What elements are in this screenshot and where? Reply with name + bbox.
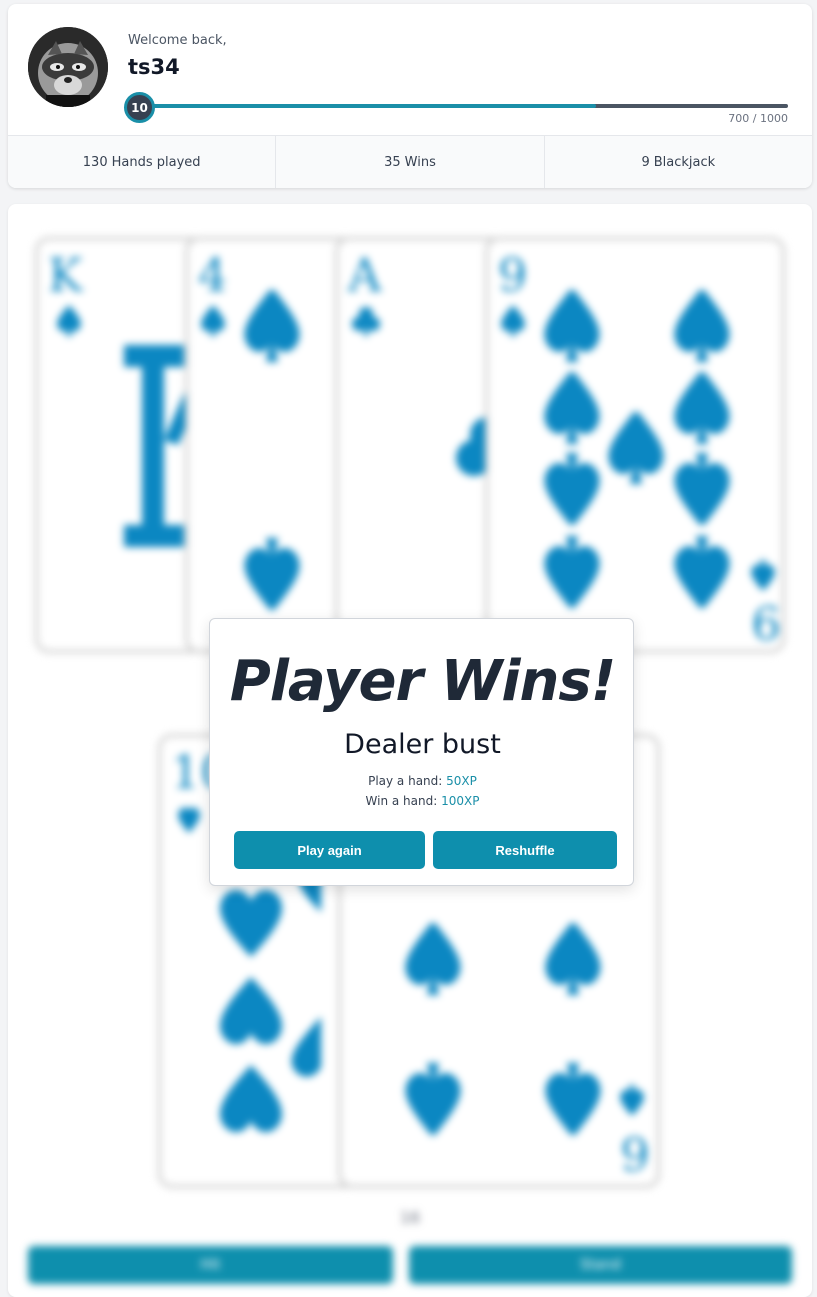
stat-blackjack: 9 Blackjack bbox=[545, 136, 812, 188]
dealer-card-ace-clubs: A bbox=[335, 237, 505, 653]
xp-reward-play: Play a hand: 50XP bbox=[210, 774, 635, 788]
dealer-card-four-spades: 4 bbox=[185, 237, 355, 653]
stat-value: 9 bbox=[641, 154, 650, 170]
svg-text:6: 6 bbox=[620, 1126, 649, 1180]
xp-text: 700 / 1000 bbox=[728, 112, 788, 125]
xp-progress-bar bbox=[148, 104, 788, 108]
spade-icon: 9 bbox=[501, 290, 781, 649]
stat-label: Hands played bbox=[111, 154, 201, 170]
stat-value: 130 bbox=[82, 154, 108, 170]
avatar bbox=[28, 27, 108, 107]
stat-hands-played: 130 Hands played bbox=[8, 136, 277, 188]
welcome-text: Welcome back, bbox=[128, 33, 227, 48]
svg-text:9: 9 bbox=[751, 595, 780, 649]
dealer-card-king-spades: K bbox=[35, 237, 205, 653]
username: ts34 bbox=[128, 55, 180, 79]
stat-wins: 35 Wins bbox=[276, 136, 545, 188]
profile-card: Welcome back, ts34 10 700 / 1000 130 Han… bbox=[8, 4, 812, 188]
xp-reward-label: Play a hand: bbox=[368, 774, 443, 788]
hit-button[interactable]: Hit bbox=[28, 1246, 393, 1284]
raccoon-avatar-icon bbox=[28, 27, 108, 107]
xp-reward-value: 100XP bbox=[441, 794, 480, 808]
result-title: Player Wins! bbox=[229, 649, 617, 714]
stats-row: 130 Hands played 35 Wins 9 Blackjack bbox=[8, 135, 812, 188]
xp-reward-label: Win a hand: bbox=[365, 794, 438, 808]
stat-label: Blackjack bbox=[653, 154, 716, 170]
xp-reward-win: Win a hand: 100XP bbox=[210, 794, 635, 808]
stand-button[interactable]: Stand bbox=[409, 1246, 792, 1284]
result-subtitle: Dealer bust bbox=[344, 729, 501, 760]
stat-label: Wins bbox=[404, 154, 436, 170]
play-again-button[interactable]: Play again bbox=[234, 831, 425, 869]
xp-progress-fill bbox=[148, 104, 596, 108]
level-badge: 10 bbox=[124, 92, 155, 123]
spade-icon bbox=[201, 290, 300, 610]
stat-value: 35 bbox=[384, 154, 401, 170]
dealer-card-nine-spades: 9 9 bbox=[485, 237, 785, 653]
club-icon bbox=[352, 307, 502, 476]
xp-reward-value: 50XP bbox=[446, 774, 477, 788]
result-modal: Player Wins! Dealer bust Play a hand: 50… bbox=[209, 618, 634, 886]
hand-total: 16 bbox=[399, 1208, 421, 1227]
spade-icon bbox=[57, 306, 202, 547]
reshuffle-button[interactable]: Reshuffle bbox=[433, 831, 617, 869]
